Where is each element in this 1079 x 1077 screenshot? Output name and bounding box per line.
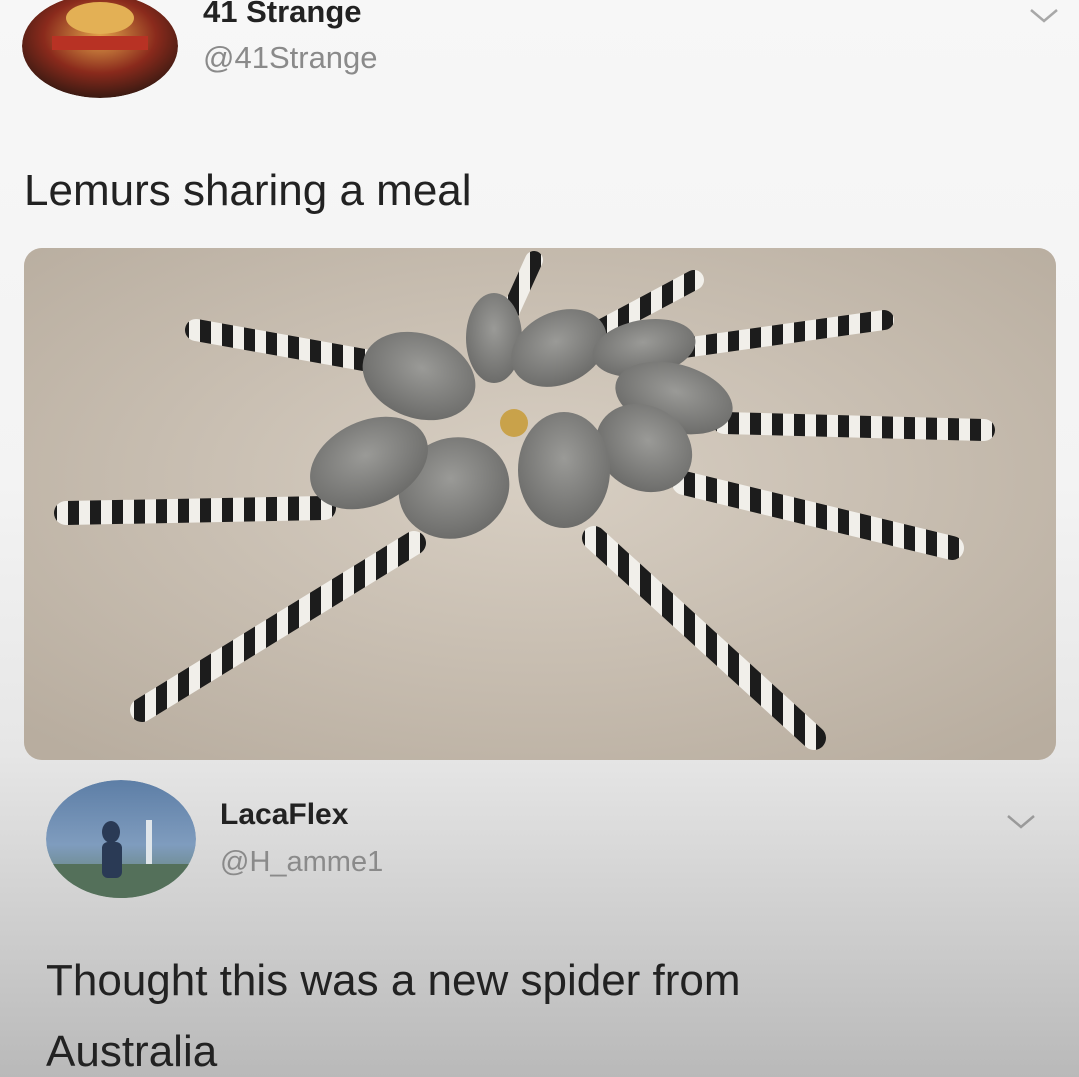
reply-text-line-2: Australia [46,1027,218,1076]
reply-author-handle[interactable]: @H_amme1 [220,846,383,879]
author-avatar[interactable] [22,0,178,98]
chevron-down-icon[interactable] [1028,2,1060,34]
chevron-down-icon[interactable] [1005,808,1037,840]
reply-text-line-1: Thought this was a new spider from [46,956,741,1005]
reply-author-avatar[interactable] [46,780,196,898]
tweet-photo[interactable] [24,248,1056,760]
reply-author-name[interactable]: LacaFlex [220,798,348,832]
tweet-text: Lemurs sharing a meal [24,166,472,215]
author-handle[interactable]: @41Strange [203,40,378,76]
author-name[interactable]: 41 Strange [203,0,362,30]
